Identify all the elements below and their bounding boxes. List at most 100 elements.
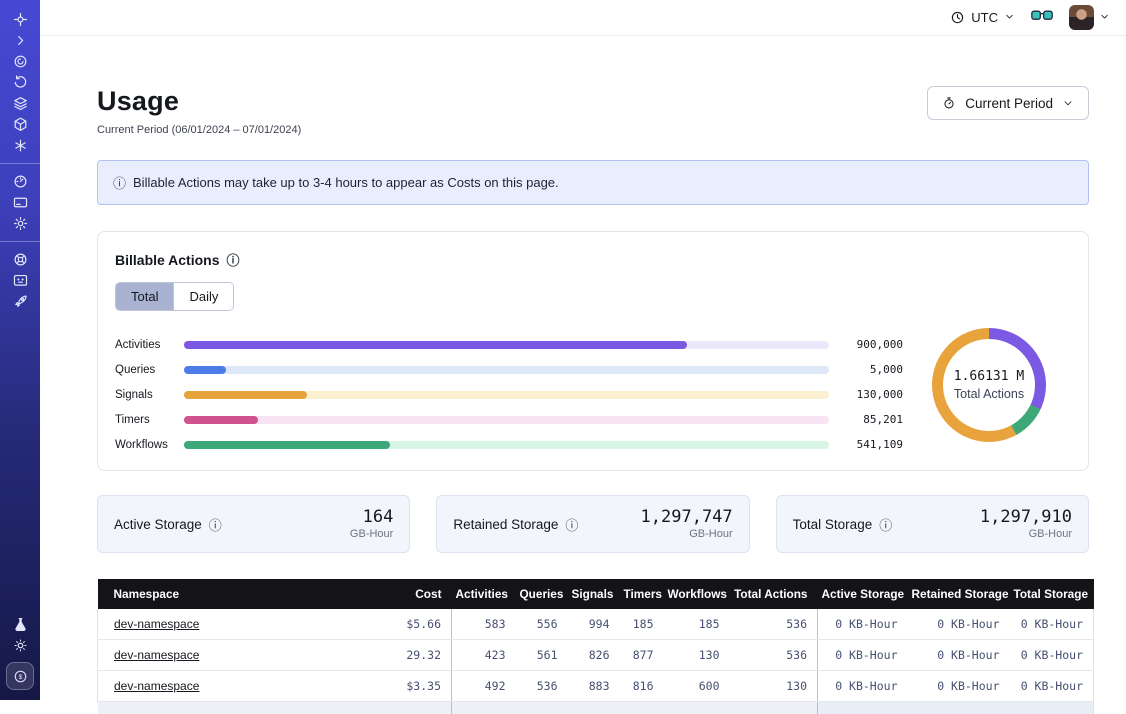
info-icon[interactable]: ⓘ [209, 515, 222, 534]
chart-mode-tabs: Total Daily [115, 282, 234, 311]
account-menu[interactable] [1069, 5, 1110, 30]
cell-total-actions: 130 [730, 671, 818, 702]
partial-cell [620, 702, 664, 714]
partial-cell [354, 702, 452, 714]
cell-workflows: 600 [664, 671, 730, 702]
bar-row-signals: Signals130,000 [115, 382, 903, 407]
nexus-icon[interactable] [7, 135, 33, 156]
column-header-signals: Signals [568, 579, 620, 609]
getting-started-rocket-icon[interactable] [7, 291, 33, 312]
main-content: Usage Current Period (06/01/2024 – 07/01… [40, 36, 1126, 700]
bar-label: Timers [115, 414, 184, 426]
stacks-icon[interactable] [7, 93, 33, 114]
retained-storage-card: Retained Storage ⓘ 1,297,747 GB-Hour [436, 495, 749, 553]
cell-cost: $3.35 [354, 671, 452, 702]
column-header-namespace: Namespace [98, 579, 354, 609]
cell-timers: 185 [620, 609, 664, 640]
retained-storage-unit: GB-Hour [641, 528, 733, 540]
table-header-row: NamespaceCostActivitiesQueriesSignalsTim… [98, 579, 1094, 609]
timezone-label: UTC [971, 10, 998, 25]
cell-active-storage: 0 KB-Hour [818, 609, 908, 640]
bar-track [184, 441, 829, 449]
tab-total[interactable]: Total [116, 283, 173, 310]
column-header-cost: Cost [354, 579, 452, 609]
cell-active-storage: 0 KB-Hour [818, 640, 908, 671]
column-header-active-storage: Active Storage [818, 579, 908, 609]
cell-cost: $5.66 [354, 609, 452, 640]
banner-text: Billable Actions may take up to 3-4 hour… [133, 175, 559, 190]
bar-value: 541,109 [841, 438, 903, 451]
stopwatch-icon [942, 96, 956, 110]
sidebar: $ [0, 0, 40, 700]
partial-cell [664, 702, 730, 714]
namespace-link[interactable]: dev-namespace [114, 648, 199, 662]
bar-value: 5,000 [841, 363, 903, 376]
info-icon[interactable]: ⓘ [879, 515, 892, 534]
cell-queries: 556 [516, 609, 568, 640]
terminal-icon[interactable] [7, 270, 33, 291]
cell-queries: 561 [516, 640, 568, 671]
retained-storage-value: 1,297,747 [641, 508, 733, 527]
period-dropdown-button[interactable]: Current Period [927, 86, 1089, 120]
sidebar-divider [0, 241, 40, 242]
table-row: dev-namespace$5.665835569941851855360 KB… [98, 609, 1094, 640]
billable-actions-card: Billable Actions ⓘ Total Daily Activitie… [97, 231, 1089, 471]
cell-workflows: 185 [664, 609, 730, 640]
cell-total-storage: 0 KB-Hour [1010, 640, 1094, 671]
glasses-icon[interactable] [1031, 8, 1053, 27]
billable-actions-title: Billable Actions [115, 252, 220, 268]
info-banner: ⓘ Billable Actions may take up to 3-4 ho… [97, 160, 1089, 205]
total-storage-unit: GB-Hour [980, 528, 1072, 540]
partial-cell [516, 702, 568, 714]
credits-coin-icon[interactable]: $ [6, 662, 34, 690]
bar-value: 130,000 [841, 388, 903, 401]
partial-cell [452, 702, 516, 714]
cell-activities: 583 [452, 609, 516, 640]
namespace-usage-table: NamespaceCostActivitiesQueriesSignalsTim… [97, 579, 1089, 714]
bar-value: 900,000 [841, 338, 903, 351]
deployments-icon[interactable] [7, 114, 33, 135]
bar-label: Activities [115, 339, 184, 351]
clock-icon [950, 10, 965, 25]
labs-flask-icon[interactable] [7, 614, 33, 635]
storage-summary: Active Storage ⓘ 164 GB-Hour Retained St… [97, 495, 1089, 553]
cell-activities: 423 [452, 640, 516, 671]
bar-chart: Activities 900,000 Queries 5,000 Signals130,… [115, 332, 903, 457]
partial-cell [568, 702, 620, 714]
settings-gear-icon[interactable] [7, 213, 33, 234]
bar-fill [184, 416, 258, 424]
chevron-down-icon [1004, 10, 1015, 25]
column-header-total-storage: Total Storage [1010, 579, 1094, 609]
namespace-link[interactable]: dev-namespace [114, 617, 199, 631]
cell-queries: 536 [516, 671, 568, 702]
namespace-link[interactable]: dev-namespace [114, 679, 199, 693]
bar-row-timers: Timers85,201 [115, 407, 903, 432]
collapse-chevron-icon[interactable] [7, 30, 33, 51]
bar-track [184, 391, 829, 399]
info-icon[interactable]: ⓘ [227, 250, 240, 269]
tab-daily[interactable]: Daily [173, 283, 233, 310]
theme-sun-icon[interactable] [7, 635, 33, 656]
cell-total-actions: 536 [730, 640, 818, 671]
sidebar-divider [0, 163, 40, 164]
bar-label: Queries [115, 364, 184, 376]
cell-signals: 826 [568, 640, 620, 671]
column-header-total-actions: Total Actions [730, 579, 818, 609]
cell-total-actions: 536 [730, 609, 818, 640]
usage-gauge-icon[interactable] [7, 171, 33, 192]
cell-retained-storage: 0 KB-Hour [908, 640, 1010, 671]
schedules-icon[interactable] [7, 72, 33, 93]
chevron-down-icon [1062, 97, 1074, 109]
support-lifebuoy-icon[interactable] [7, 249, 33, 270]
column-header-workflows: Workflows [664, 579, 730, 609]
billing-card-icon[interactable] [7, 192, 33, 213]
temporal-logo-icon[interactable] [7, 9, 33, 30]
timezone-selector[interactable]: UTC [950, 10, 1015, 25]
bar-row-queries: Queries 5,000 [115, 357, 903, 382]
namespaces-icon[interactable] [7, 51, 33, 72]
table-body: dev-namespace$5.665835569941851855360 KB… [98, 609, 1094, 714]
partial-cell [908, 702, 1010, 714]
info-icon[interactable]: ⓘ [565, 515, 578, 534]
active-storage-card: Active Storage ⓘ 164 GB-Hour [97, 495, 410, 553]
active-storage-unit: GB-Hour [350, 528, 393, 540]
